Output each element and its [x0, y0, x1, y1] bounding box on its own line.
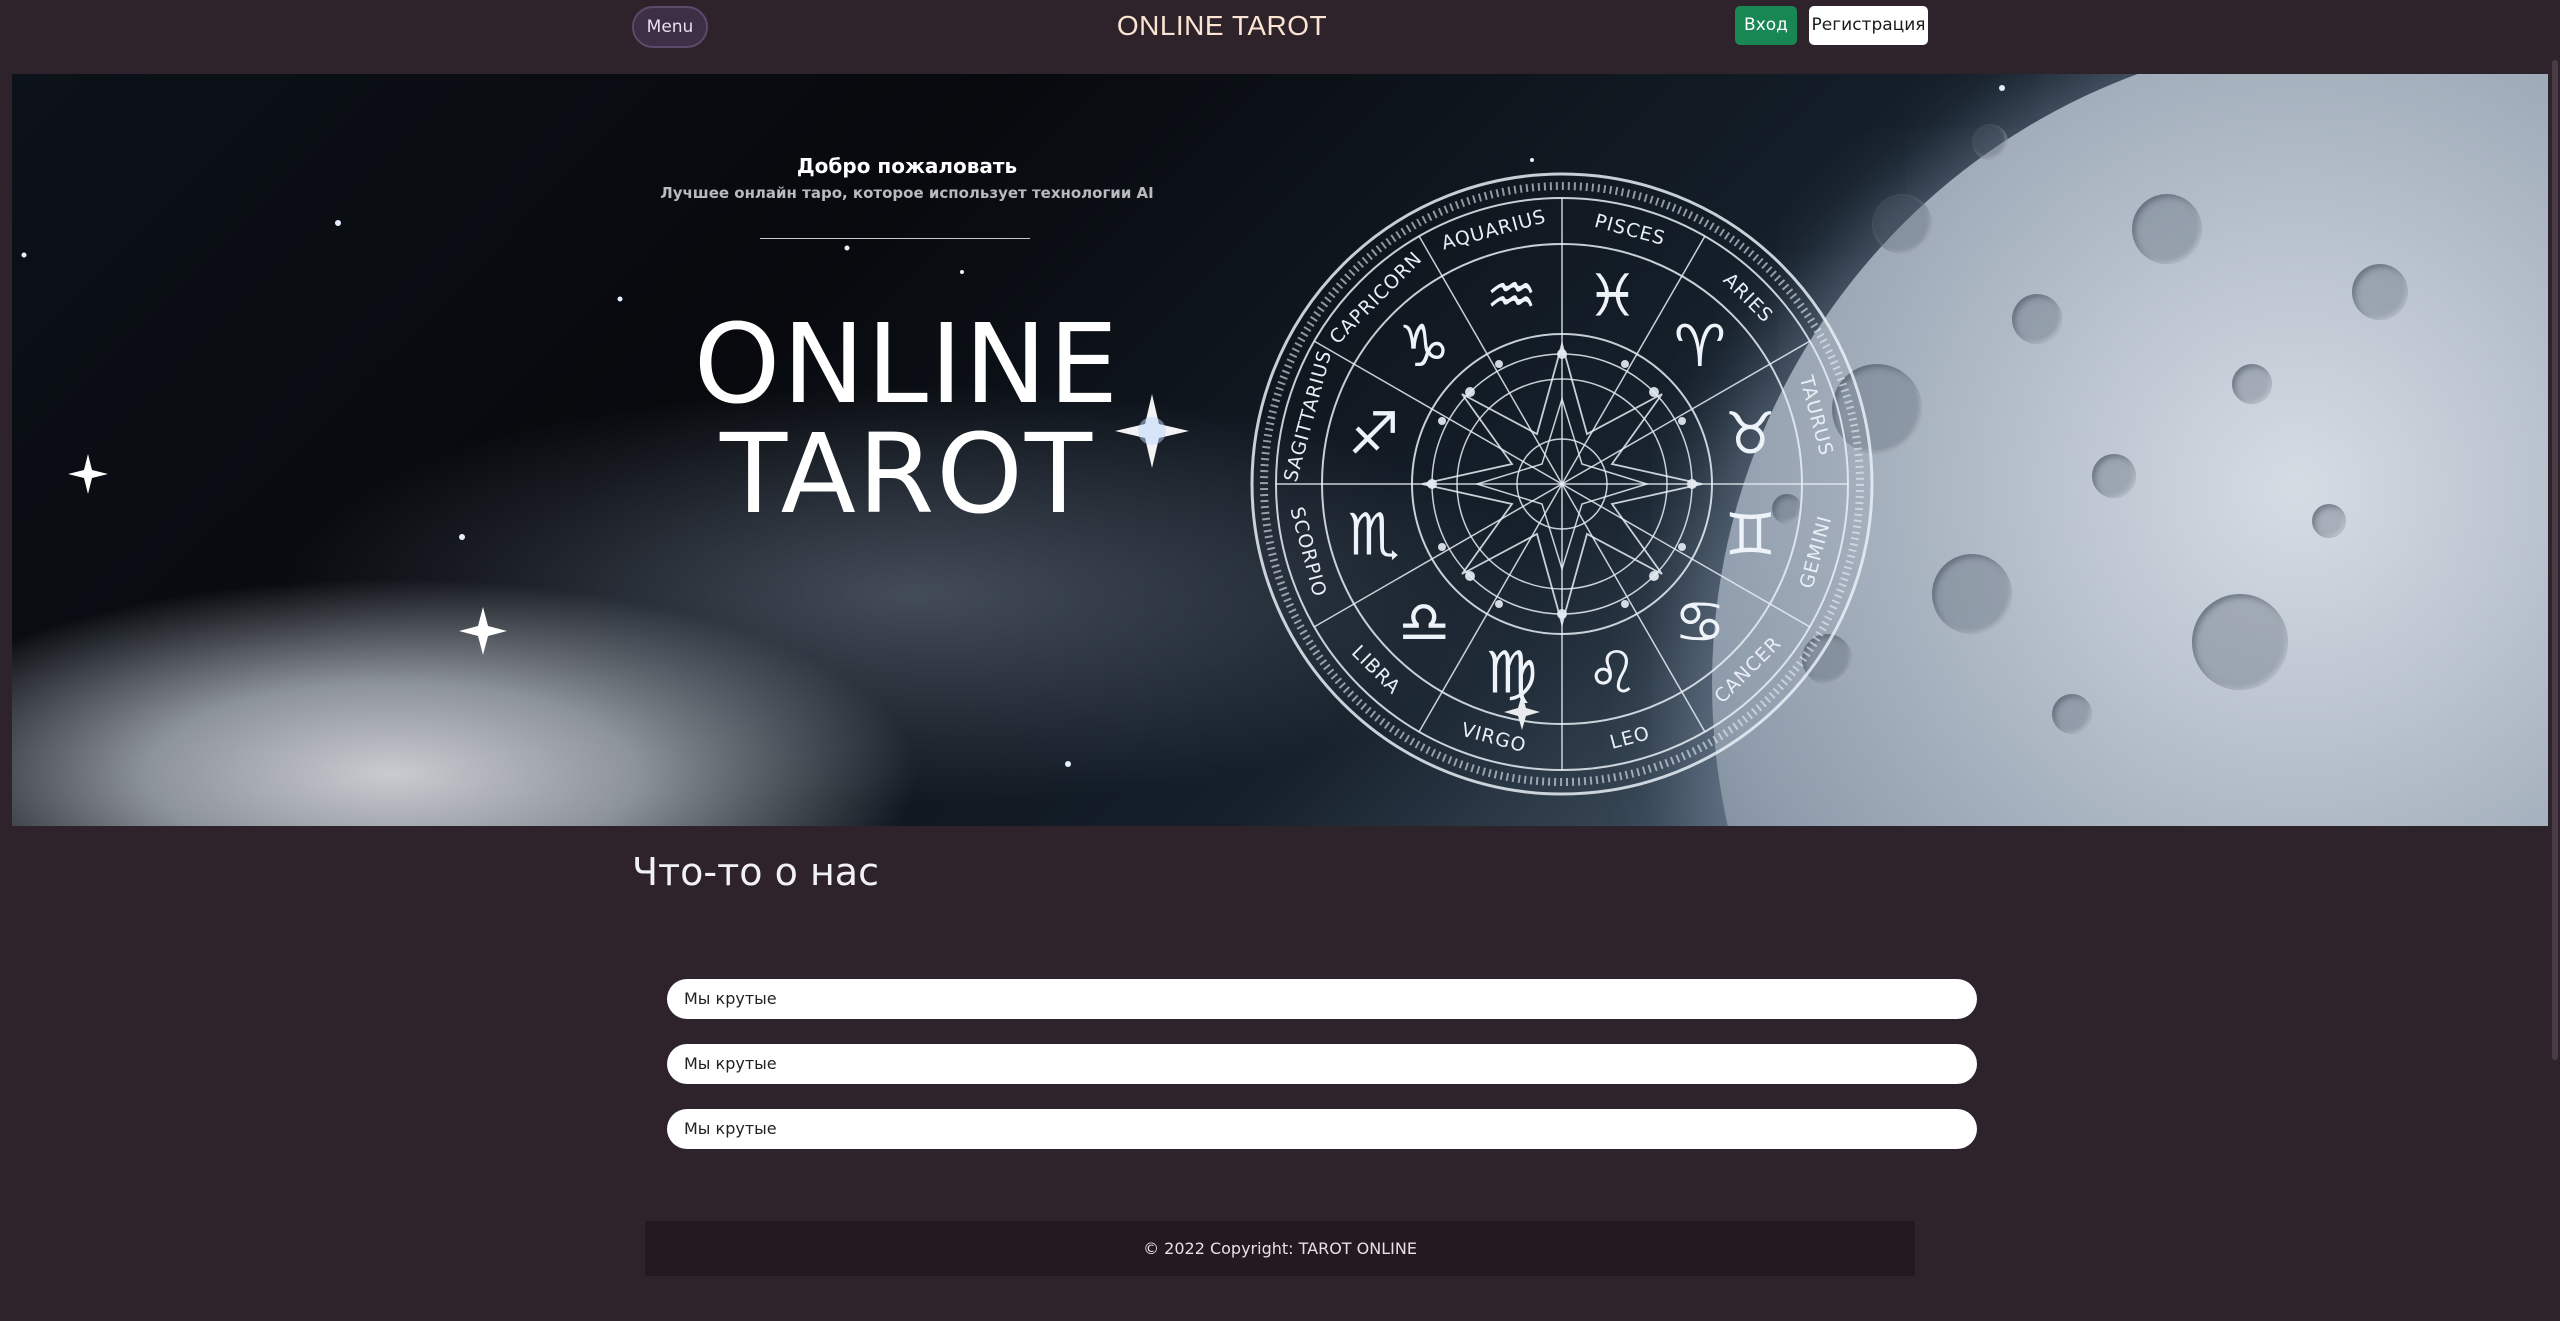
zodiac-glyph: ♒: [1486, 262, 1538, 330]
zodiac-glyph: ♐: [1348, 400, 1400, 468]
hero-title: ONLINE TAROT: [612, 309, 1202, 529]
footer-copyright: © 2022 Copyright: TAROT ONLINE: [645, 1221, 1915, 1276]
zodiac-glyph: ♍: [1486, 638, 1538, 706]
zodiac-glyph: ♊: [1724, 501, 1776, 569]
hero-title-line-1: ONLINE: [693, 300, 1121, 428]
zodiac-label: PISCES: [1592, 210, 1668, 250]
zodiac-label: SAGITTARIUS: [1280, 348, 1336, 485]
login-button[interactable]: Вход: [1735, 6, 1797, 45]
about-item[interactable]: Мы крутые: [667, 1109, 1977, 1149]
zodiac-glyph: ♈: [1674, 312, 1726, 380]
zodiac-label: LIBRA: [1347, 641, 1405, 699]
zodiac-label: LEO: [1608, 722, 1653, 754]
zodiac-glyph: ♓: [1587, 262, 1639, 330]
hero-banner: ♓ ♈ ♉ ♊ ♋ ♌ ♍ ♎ ♏ ♐ ♑ ♒ PISCES ARIES TAURUS GEMINI CANC…: [12, 74, 2548, 826]
about-item[interactable]: Мы крутые: [667, 1044, 1977, 1084]
zodiac-glyph: ♏: [1348, 501, 1400, 569]
hero-subtitle: Лучшее онлайн таро, которое использует т…: [660, 184, 1154, 202]
zodiac-glyph: ♑: [1398, 312, 1450, 380]
navbar: Menu ONLINE TAROT Вход Регистрация: [0, 0, 2560, 73]
menu-button[interactable]: Menu: [632, 6, 708, 48]
welcome-heading: Добро пожаловать: [796, 154, 1018, 178]
zodiac-label: GEMINI: [1796, 513, 1837, 591]
zodiac-glyph: ♎: [1398, 588, 1450, 656]
zodiac-glyph: ♉: [1724, 400, 1776, 468]
register-button[interactable]: Регистрация: [1809, 6, 1928, 45]
zodiac-label: VIRGO: [1459, 719, 1529, 757]
hero-divider: [760, 238, 1030, 239]
zodiac-wheel-decoration: ♓♈♉♊♋♌♍♎♏♐♑♒ PISCESARIESTAURUSGEMINICANC…: [1250, 172, 1874, 796]
about-heading: Что-то о нас: [632, 850, 879, 894]
zodiac-glyph: ♌: [1587, 638, 1639, 706]
zodiac-label: AQUARIUS: [1439, 205, 1548, 254]
brand-title[interactable]: ONLINE TAROT: [1000, 10, 1444, 42]
zodiac-label: ARIES: [1719, 269, 1778, 328]
about-item[interactable]: Мы крутые: [667, 979, 1977, 1019]
zodiac-glyph: ♋: [1674, 588, 1726, 656]
scrollbar-thumb[interactable]: [2552, 60, 2558, 1060]
hero-title-line-2: TAROT: [719, 410, 1095, 538]
